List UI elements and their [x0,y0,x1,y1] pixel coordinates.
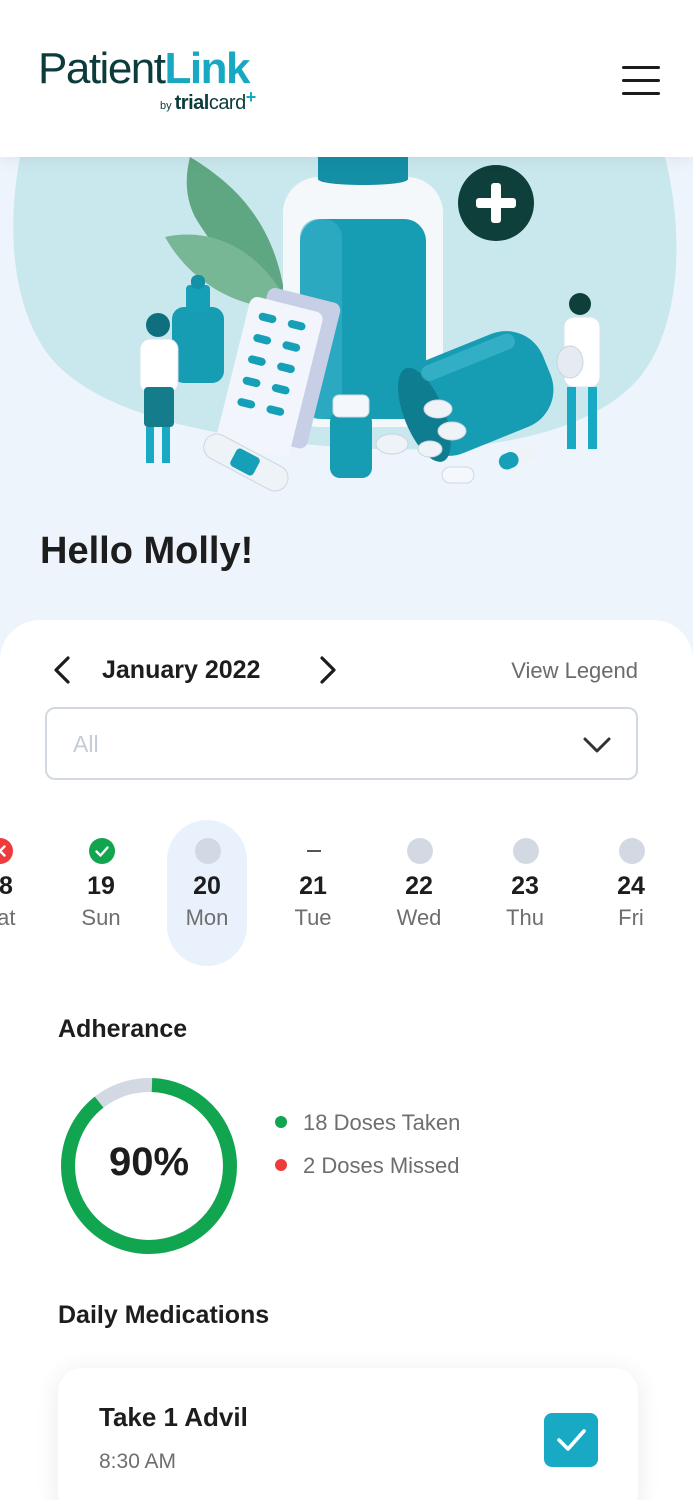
medication-filter-select[interactable]: All [45,707,638,780]
greeting-title: Hello Molly! [40,530,254,572]
filter-value: All [73,731,99,757]
day-name: Thu [506,905,544,930]
app-header: PatientLink by trialcard+ [0,0,693,157]
pending-dot-icon [619,838,645,864]
day-number: 23 [511,872,539,900]
chevron-left-icon[interactable] [48,654,78,686]
hamburger-menu-icon[interactable] [616,64,662,98]
taken-dot-icon [275,1116,287,1129]
missed-dot-icon [275,1159,287,1172]
dose-taken-checkbox[interactable] [544,1413,598,1467]
day-21[interactable]: 21 Tue [273,820,353,966]
doses-taken-label: 18 Doses Taken [303,1110,461,1135]
pending-dot-icon [195,838,221,864]
chevron-down-icon [582,731,612,759]
day-number: 19 [87,872,115,900]
month-label: January 2022 [102,656,261,684]
day-number: 21 [299,872,327,900]
view-legend-link[interactable]: View Legend [511,658,638,684]
day-22[interactable]: 22 Wed [379,820,459,966]
adherence-percent: 90% [108,1140,190,1184]
hero-illustration [0,157,693,517]
logo-byline: by trialcard+ [160,87,257,114]
day-24[interactable]: 24 Fri [591,820,671,966]
chevron-right-icon[interactable] [312,654,342,686]
medication-name: Take 1 Advil [99,1402,248,1432]
day-number: 22 [405,872,433,900]
doses-missed-stat: 2 Doses Missed [275,1153,460,1179]
calendar-card: January 2022 View Legend All 18 Sat 19 S… [0,620,693,1500]
doses-missed-label: 2 Doses Missed [303,1153,460,1178]
medication-card[interactable]: Take 1 Advil 8:30 AM [58,1368,638,1500]
week-day-strip: 18 Sat 19 Sun 20 Mon 21 Tue 22 Wed 23 [0,820,693,970]
day-18[interactable]: 18 Sat [0,820,39,966]
month-navigation: January 2022 View Legend [0,650,693,690]
day-name: Fri [618,905,644,930]
day-name: Tue [294,905,332,930]
daily-medications-title: Daily Medications [58,1301,270,1329]
logo-wordmark: PatientLink [38,44,250,93]
checkmark-icon [557,1429,586,1451]
doses-taken-stat: 18 Doses Taken [275,1110,460,1136]
pending-dot-icon [513,838,539,864]
day-name: Sun [81,905,121,930]
day-name: Sat [0,905,16,930]
day-number: 18 [0,872,13,900]
medication-time: 8:30 AM [99,1450,177,1473]
day-23[interactable]: 23 Thu [485,820,565,966]
day-number: 20 [193,872,221,900]
adherence-title: Adherance [58,1015,188,1043]
day-20-selected[interactable]: 20 Mon [167,820,247,966]
pending-dot-icon [407,838,433,864]
taken-check-icon [89,838,115,864]
day-name: Mon [185,905,229,930]
missed-icon [0,838,13,864]
day-19[interactable]: 19 Sun [61,820,141,966]
patientlink-logo[interactable]: PatientLink by trialcard+ [38,44,288,124]
no-dose-dash-icon [301,838,327,864]
day-name: Wed [396,905,442,930]
day-number: 24 [617,872,645,900]
